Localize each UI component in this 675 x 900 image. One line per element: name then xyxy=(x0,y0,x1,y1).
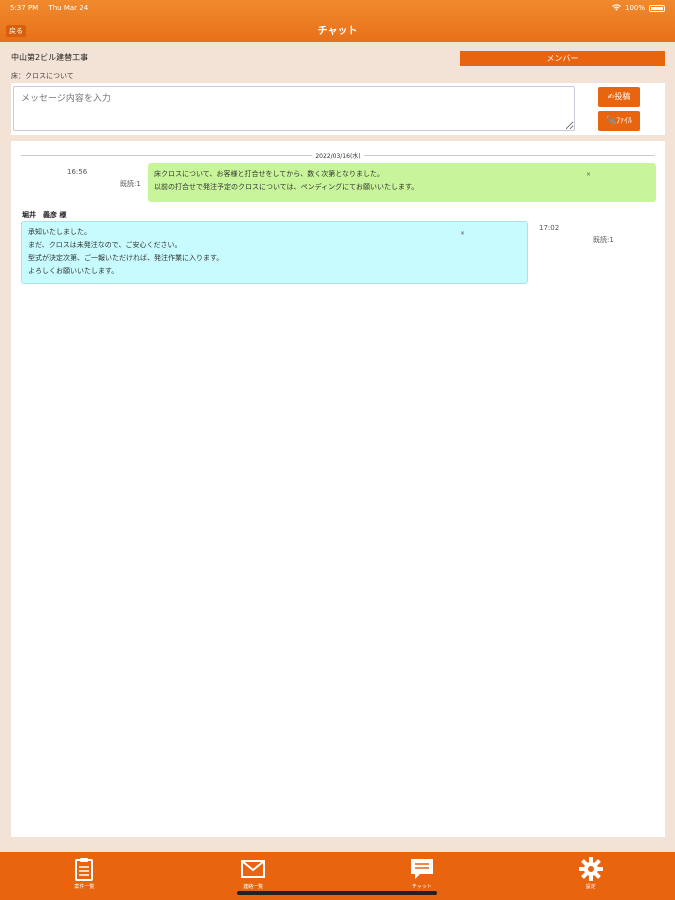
file-button[interactable]: 📎ﾌｧｲﾙ xyxy=(598,111,640,131)
chat-topic: 床：クロスについて xyxy=(11,72,74,80)
tab-settings[interactable]: 設定 xyxy=(506,852,675,900)
tab-projects[interactable]: 案件一覧 xyxy=(0,852,169,900)
battery-icon xyxy=(649,4,665,12)
wifi-icon xyxy=(612,3,621,13)
chat-icon xyxy=(410,859,433,879)
home-indicator xyxy=(237,891,437,895)
status-time: 5:37 PM xyxy=(10,4,39,12)
composer-panel: ✍投稿 📎ﾌｧｲﾙ xyxy=(11,83,665,135)
other-message-bubble: 承知いたしました。 まだ、クロスは未発注なので、ご安心ください。 型式が決定次第… xyxy=(21,221,528,284)
delete-message-icon[interactable]: × xyxy=(460,227,465,240)
read-status: 既読:1 xyxy=(593,236,614,244)
message-time: 17:02 xyxy=(539,224,560,232)
envelope-icon xyxy=(241,860,266,878)
delete-message-icon[interactable]: × xyxy=(586,168,591,181)
tab-label: 連絡一覧 xyxy=(243,884,264,890)
page-title: チャット xyxy=(317,26,358,37)
tab-label: 案件一覧 xyxy=(74,884,95,890)
tab-label: 設定 xyxy=(585,884,596,890)
message-time: 16:56 xyxy=(67,168,88,176)
message-input[interactable] xyxy=(13,86,575,131)
project-name: 中山第2ビル建替工事 xyxy=(11,53,89,62)
read-status: 既読:1 xyxy=(120,180,141,188)
own-message-bubble: 床クロスについて、お客様と打合せをしてから、数く次第となりました。 以前の打合せ… xyxy=(148,163,656,202)
gear-icon xyxy=(578,857,603,881)
message-line: 承知いたしました。 xyxy=(28,228,91,236)
message-line: 床クロスについて、お客様と打合せをしてから、数く次第となりました。 xyxy=(154,170,385,178)
battery-percent: 100% xyxy=(624,4,645,12)
chat-panel[interactable]: 2022/03/16(水) 16:56 既読:1 床クロスについて、お客様と打合… xyxy=(11,141,665,837)
status-date: Thu Mar 24 xyxy=(48,4,89,12)
status-bar: 5:37 PM Thu Mar 24 100% xyxy=(0,0,675,16)
message-line: 型式が決定次第、ご一報いただければ、発注作業に入ります。 xyxy=(28,254,224,262)
tab-label: チャット xyxy=(411,884,432,890)
clipboard-icon xyxy=(75,858,94,881)
sender-name: 堀井 義彦 様 xyxy=(22,211,67,219)
message-line: まだ、クロスは未発注なので、ご安心ください。 xyxy=(28,241,182,249)
date-text: 2022/03/16(水) xyxy=(312,153,364,160)
member-button[interactable]: メンバー xyxy=(460,51,665,66)
post-button[interactable]: ✍投稿 xyxy=(598,87,640,107)
message-line: よろしくお願いいたします。 xyxy=(28,267,119,275)
date-label: 2022/03/16(水) xyxy=(11,151,665,160)
message-line: 以前の打合せで発注予定のクロスについては、ペンディングにてお願いいたします。 xyxy=(154,183,419,191)
